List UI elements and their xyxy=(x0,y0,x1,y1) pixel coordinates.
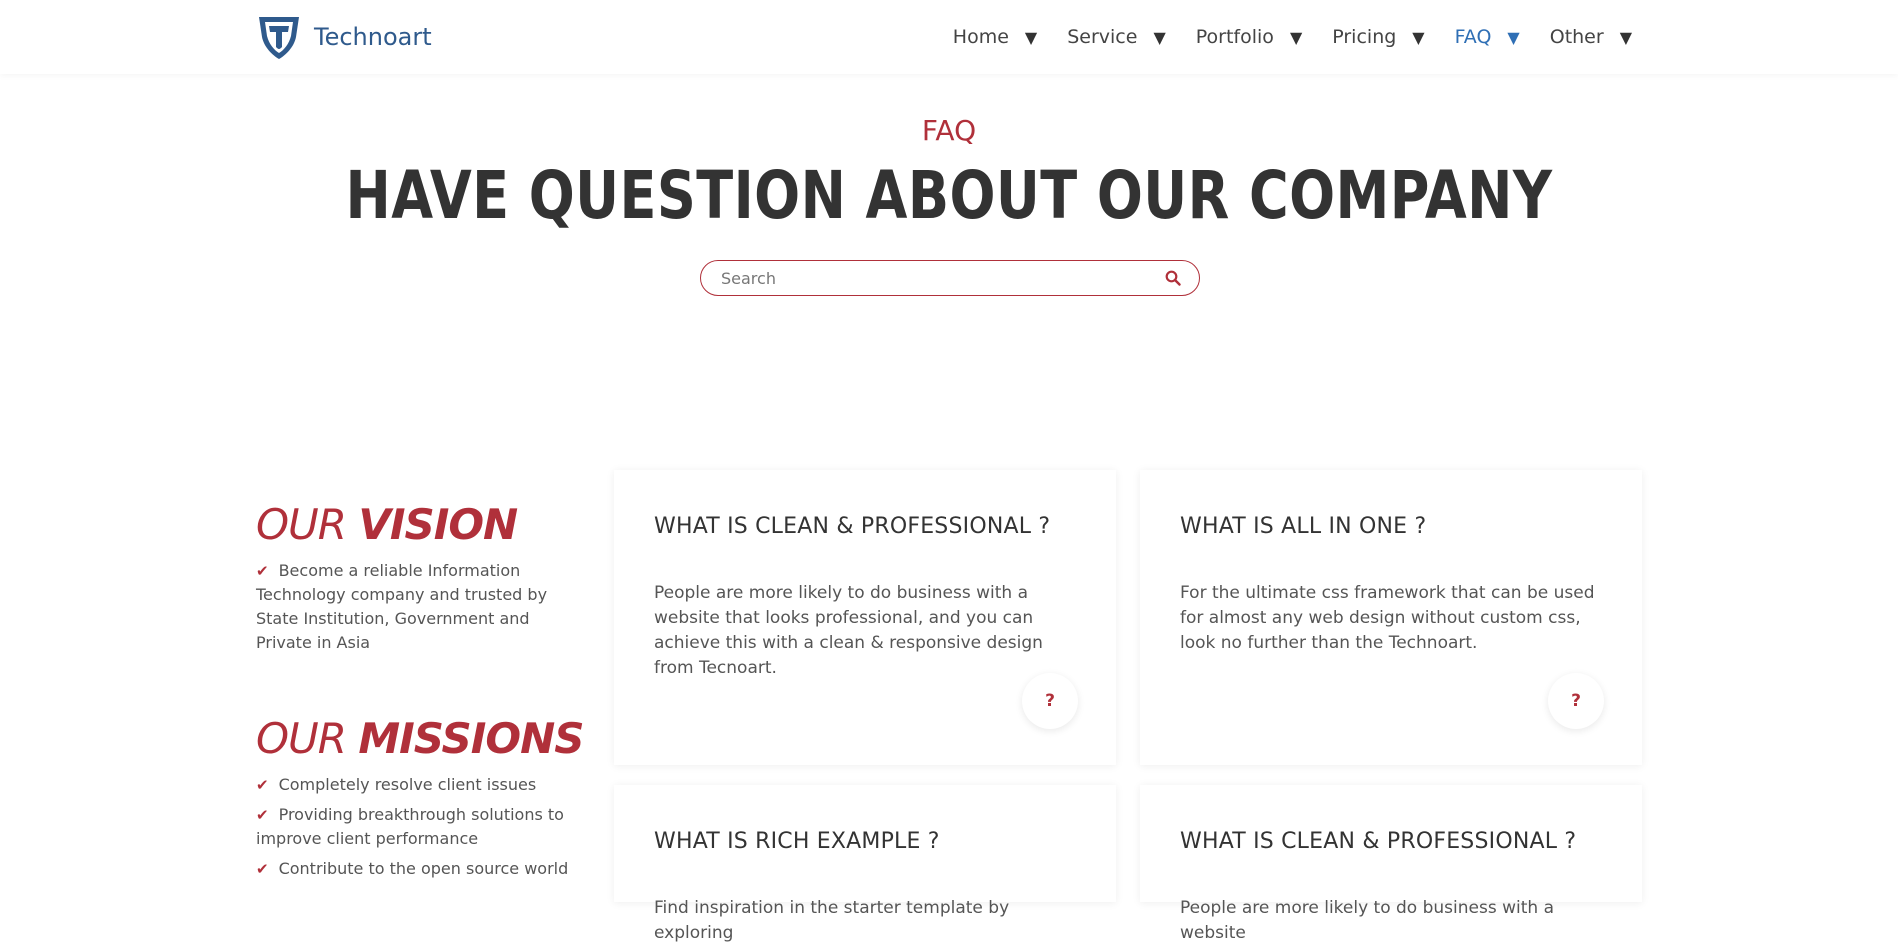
faq-card-body: Find inspiration in the starter template… xyxy=(654,898,1010,943)
missions-section: OUR MISSIONS ✔ Completely resolve client … xyxy=(256,714,586,887)
faq-card[interactable]: WHAT IS CLEAN & PROFESSIONAL ? People ar… xyxy=(1140,785,1642,943)
caret-down-icon: ▼ xyxy=(1024,27,1038,47)
check-icon: ✔ xyxy=(256,776,269,794)
caret-down-icon: ▼ xyxy=(1507,27,1520,47)
faq-card-title: WHAT IS RICH EXAMPLE ? xyxy=(654,829,940,854)
vision-section: OUR VISION ✔ Become a reliable Informatio… xyxy=(256,500,586,661)
question-icon[interactable]: ? xyxy=(1022,673,1078,729)
faq-card-title: WHAT IS ALL IN ONE ? xyxy=(1180,514,1427,539)
nav-item-faq[interactable]: FAQ ▼ xyxy=(1455,26,1520,48)
page-title: HAVE QUESTION ABOUT OUR COMPANY xyxy=(345,157,1553,234)
missions-title: OUR MISSIONS xyxy=(256,714,586,763)
list-item: ✔ Become a reliable Information Technolog… xyxy=(256,561,548,652)
vision-title: OUR VISION xyxy=(256,500,586,549)
caret-down-icon: ▼ xyxy=(1289,27,1303,47)
nav-item-service[interactable]: Service ▼ xyxy=(1067,26,1166,48)
missions-list: ✔ Completely resolve client issues ✔ Provi… xyxy=(256,773,586,881)
caret-down-icon: ▼ xyxy=(1412,27,1425,47)
hero-eyebrow: FAQ xyxy=(921,114,977,147)
nav-label: Service xyxy=(1067,26,1138,48)
faq-search xyxy=(700,260,1200,296)
vision-title-bold: VISION xyxy=(358,500,518,549)
vision-list: ✔ Become a reliable Information Technolog… xyxy=(256,559,586,655)
check-icon: ✔ xyxy=(256,806,269,824)
search-icon[interactable] xyxy=(1165,270,1181,286)
main-nav: Home ▼ Service ▼ Portfolio ▼ Pricing ▼ F… xyxy=(923,0,1632,74)
caret-down-icon: ▼ xyxy=(1153,27,1166,47)
nav-label: Home xyxy=(952,26,1009,48)
missions-title-bold: MISSIONS xyxy=(358,714,584,763)
faq-card-title: WHAT IS CLEAN & PROFESSIONAL ? xyxy=(654,514,1051,539)
question-icon[interactable]: ? xyxy=(1548,673,1604,729)
faq-card[interactable]: WHAT IS RICH EXAMPLE ? Find inspiration … xyxy=(614,785,1116,943)
list-item: ✔ Completely resolve client issues xyxy=(256,775,537,794)
search-input[interactable] xyxy=(719,267,1143,289)
faq-card[interactable]: WHAT IS CLEAN & PROFESSIONAL ? People ar… xyxy=(614,470,1116,765)
nav-label: Portfolio xyxy=(1195,26,1274,48)
nav-item-other[interactable]: Other ▼ xyxy=(1550,26,1632,48)
faq-card-body: People are more likely to do business wi… xyxy=(654,583,1043,678)
nav-label: Other xyxy=(1549,26,1604,48)
navbar: Technoart Home ▼ Service ▼ Portfolio ▼ P… xyxy=(0,0,1898,74)
check-icon: ✔ xyxy=(256,860,269,878)
check-icon: ✔ xyxy=(256,562,269,580)
list-item: ✔ Providing breakthrough solutions to imp… xyxy=(256,805,564,848)
faq-card-body: People are more likely to do business wi… xyxy=(1180,898,1554,943)
nav-item-pricing[interactable]: Pricing ▼ xyxy=(1332,26,1424,48)
vision-title-light: OUR xyxy=(256,500,347,549)
nav-item-portfolio[interactable]: Portfolio ▼ xyxy=(1196,26,1302,48)
faq-card-title: WHAT IS CLEAN & PROFESSIONAL ? xyxy=(1180,829,1577,854)
nav-item-home[interactable]: Home ▼ xyxy=(953,26,1037,48)
missions-title-light: OUR xyxy=(256,714,347,763)
nav-label: FAQ xyxy=(1454,26,1492,48)
caret-down-icon: ▼ xyxy=(1619,27,1632,47)
list-item: ✔ Contribute to the open source world xyxy=(256,859,569,878)
logo-icon xyxy=(259,17,299,59)
brand[interactable]: Technoart xyxy=(256,12,432,62)
nav-label: Pricing xyxy=(1332,26,1397,48)
faq-card[interactable]: WHAT IS ALL IN ONE ? For the ultimate cs… xyxy=(1140,470,1642,765)
brand-name: Technoart xyxy=(314,23,432,51)
faq-card-body: For the ultimate css framework that can … xyxy=(1180,583,1595,653)
